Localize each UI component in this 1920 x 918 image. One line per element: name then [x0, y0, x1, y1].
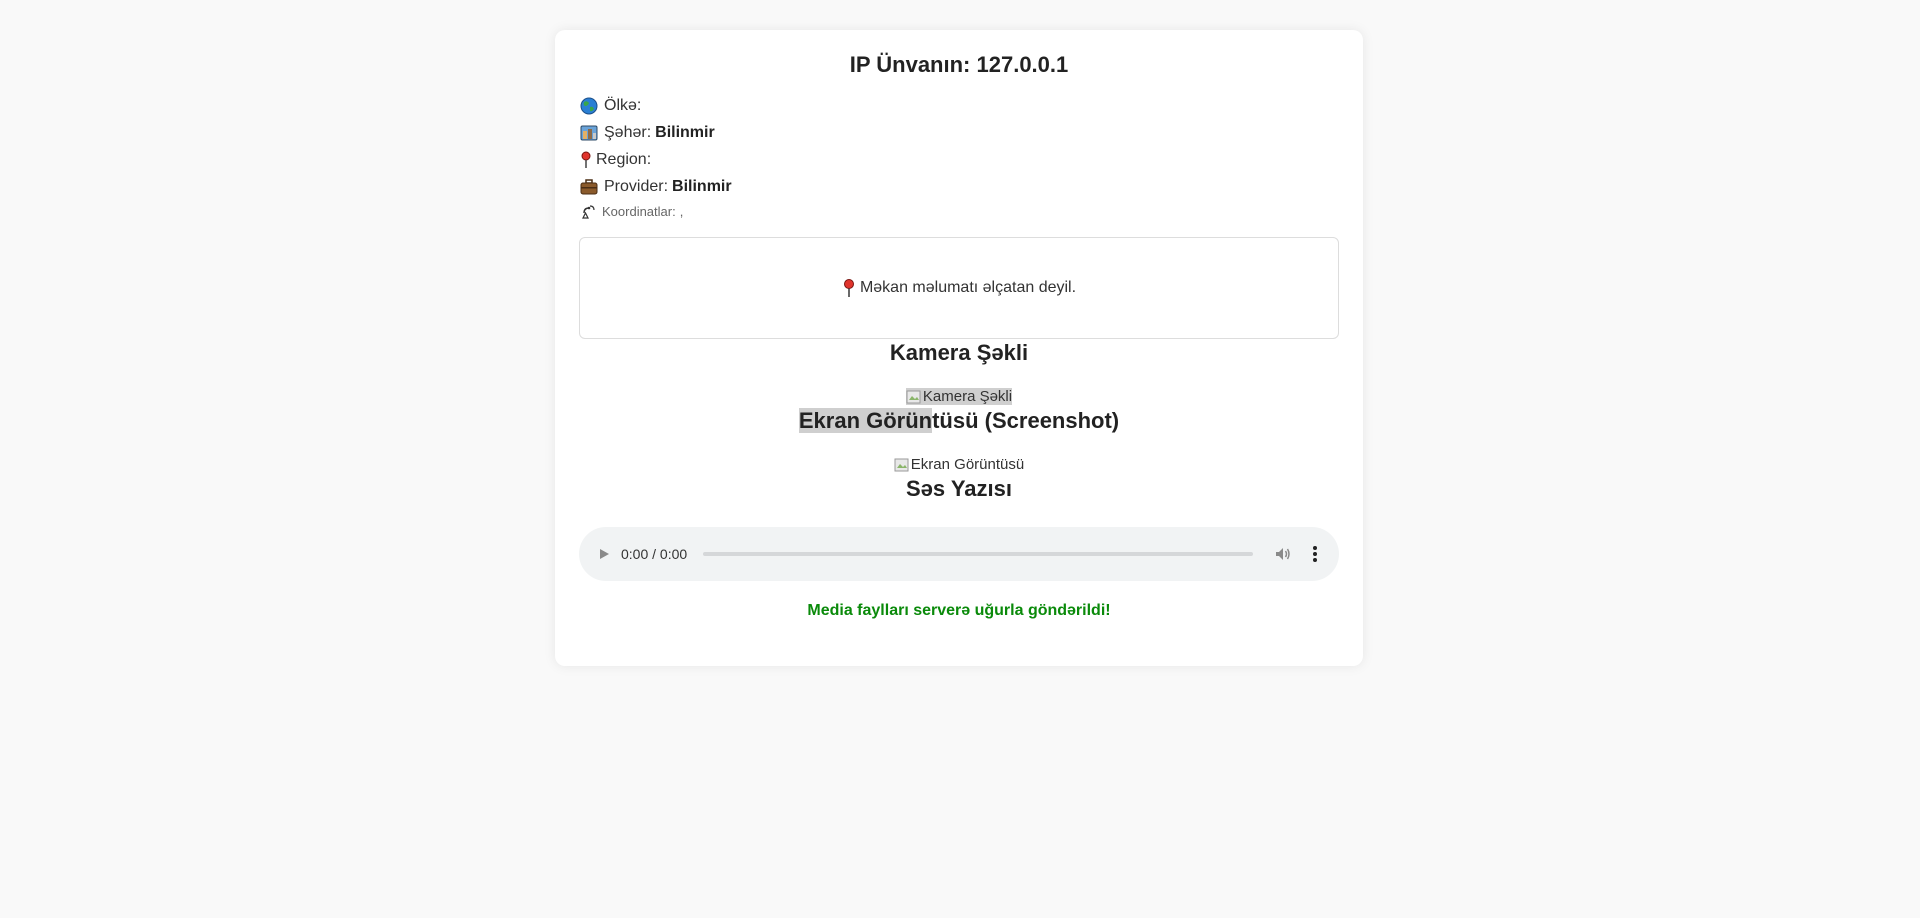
coords-value: ,	[679, 204, 684, 219]
audio-player[interactable]: 0:00 / 0:00	[579, 527, 1339, 581]
screenshot-title-rest: tüsü (Screenshot)	[932, 408, 1120, 433]
city-icon	[580, 124, 598, 142]
map-message: Məkan məlumatı əlçatan deyil.	[859, 279, 1077, 296]
audio-title: Səs Yazısı	[905, 476, 1012, 501]
audio-progress-bar[interactable]	[703, 552, 1253, 556]
briefcase-icon	[580, 178, 598, 196]
pin-icon	[842, 278, 856, 298]
camera-image: Kamera Şəkli	[555, 388, 1363, 409]
camera-title: Kamera Şəkli	[889, 340, 1029, 365]
camera-image-alt-text: Kamera Şəkli	[922, 388, 1013, 405]
info-list: Ölkə: Şəhər: Bilinmir Region: Provider: …	[580, 92, 732, 224]
city-label: Şəhər:	[604, 124, 652, 141]
ip-value: 127.0.0.1	[976, 52, 1069, 77]
coords-label: Koordinatlar:	[602, 204, 676, 219]
provider-label: Provider:	[604, 178, 669, 195]
more-options-icon[interactable]	[1307, 544, 1323, 564]
ip-title: IP Ünvanın: 127.0.0.1	[555, 52, 1363, 78]
broken-image-icon	[894, 457, 910, 473]
city-value: Bilinmir	[655, 124, 715, 141]
screenshot-image-alt-text: Ekran Görüntüsü	[910, 456, 1025, 473]
provider-value: Bilinmir	[672, 178, 732, 195]
city-row: Şəhər: Bilinmir	[580, 119, 732, 146]
globe-icon	[580, 97, 598, 115]
play-icon[interactable]	[597, 547, 611, 561]
audio-time: 0:00 / 0:00	[621, 546, 688, 562]
status-message: Media faylları serverə uğurla göndərildi…	[807, 602, 1111, 619]
map-container: Məkan məlumatı əlçatan deyil.	[579, 237, 1339, 339]
ip-label: IP Ünvanın:	[849, 52, 971, 77]
volume-icon[interactable]	[1273, 544, 1293, 564]
screenshot-image: Ekran Görüntüsü	[555, 456, 1363, 477]
screenshot-title: Ekran Görüntüsü (Screenshot)	[555, 408, 1363, 434]
pin-icon	[580, 151, 592, 169]
country-row: Ölkə:	[580, 92, 732, 119]
broken-image-icon	[906, 389, 922, 405]
screenshot-image-alt: Ekran Görüntüsü	[894, 456, 1024, 473]
country-label: Ölkə:	[604, 97, 642, 114]
region-label: Region:	[596, 151, 652, 168]
screenshot-title-highlight: Ekran Görün	[798, 408, 933, 433]
info-card: IP Ünvanın: 127.0.0.1 Ölkə: Şəhər: Bilin…	[555, 30, 1363, 666]
region-row: Region:	[580, 146, 732, 173]
camera-image-alt: Kamera Şəkli	[905, 388, 1013, 405]
provider-row: Provider: Bilinmir	[580, 173, 732, 200]
coords-row: Koordinatlar: ,	[580, 200, 732, 224]
satellite-icon	[580, 204, 596, 220]
